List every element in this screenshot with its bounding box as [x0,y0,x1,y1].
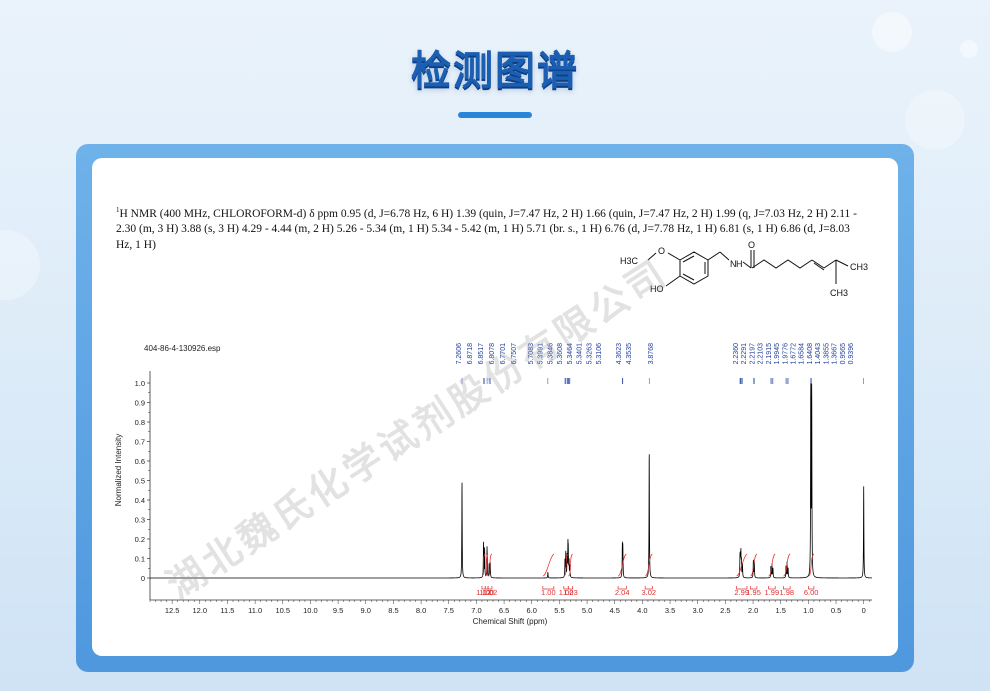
y-tick-label: 0.3 [135,516,145,525]
x-tick-label: 4.0 [637,606,647,615]
peak-label: 4.3623 [616,343,623,365]
x-tick-label: 6.5 [499,606,509,615]
peak-label: 6.8718 [467,343,474,365]
y-tick-label: 0.9 [135,399,145,408]
peak-label: 1.4043 [815,343,822,365]
integral-value: 1.98 [779,588,794,597]
x-tick-label: 12.0 [192,606,207,615]
x-tick-label: 1.0 [803,606,813,615]
x-tick-label: 3.5 [665,606,675,615]
x-tick-label: 11.0 [248,606,262,615]
integral-curve [542,553,555,577]
integral-curve [750,553,758,577]
peak-label: 5.3263 [586,343,593,365]
x-tick-label: 0 [862,606,866,615]
integral-value: 1.99 [765,588,780,597]
integral-value: 1.95 [746,588,761,597]
watermark-text: 湖北魏氏化学试剂股份有限公司 [159,250,676,607]
peak-label: 4.3535 [626,343,633,365]
y-tick-label: 0.4 [135,496,145,505]
integral-value: 2.04 [615,588,630,597]
integral-value: 6.00 [804,588,819,597]
x-tick-label: 0.5 [831,606,841,615]
peak-label: 1.3855 [823,343,830,365]
peak-label: 0.9565 [840,343,847,365]
x-tick-label: 5.5 [554,606,564,615]
file-label: 404-86-4-130926.esp [144,344,221,353]
nmr-spectrum-chart: 404-86-4-130926.esp Chemical Shift (ppm)… [114,250,872,626]
peak-label: 2.2360 [733,343,740,365]
peak-label: 2.1915 [766,343,773,365]
peak-label: 1.6772 [791,343,798,365]
peak-label: 0.9396 [848,343,855,365]
integral-value: 3.02 [641,588,656,597]
peak-label: 1.3667 [832,343,839,365]
x-tick-label: 2.0 [748,606,758,615]
peak-label: 1.9776 [782,343,789,365]
y-tick-label: 0.8 [135,418,145,427]
peak-label: 2.2103 [758,343,765,365]
y-tick-label: 0.7 [135,438,145,447]
integral-value: 1.00 [541,588,556,597]
y-tick-label: 0.2 [135,535,145,544]
y-tick-label: 0.5 [135,477,145,486]
integral-value: 1.03 [563,588,578,597]
x-tick-label: 2.5 [720,606,730,615]
peak-label: 3.8768 [648,343,655,365]
peak-label: 1.6584 [799,343,806,365]
x-tick-label: 4.5 [610,606,620,615]
peak-label: 2.2197 [749,343,756,365]
y-tick-label: 0 [141,574,145,583]
watermark: 湖北魏氏化学试剂股份有限公司 [159,250,676,607]
x-tick-label: 11.5 [220,606,234,615]
x-tick-label: 8.5 [388,606,398,615]
x-tick-label: 9.0 [361,606,371,615]
x-tick-label: 5.0 [582,606,592,615]
integral-value: 1.02 [483,588,498,597]
x-tick-label: 7.5 [444,606,454,615]
y-tick-label: 0.6 [135,457,145,466]
x-tick-label: 1.5 [775,606,785,615]
x-tick-label: 10.5 [275,606,290,615]
y-tick-label: 0.1 [135,555,145,564]
x-axis-label: Chemical Shift (ppm) [473,617,548,626]
x-tick-label: 8.0 [416,606,426,615]
peak-label: 1.9945 [774,343,781,365]
x-tick-label: 12.5 [165,606,180,615]
x-tick-label: 9.5 [333,606,343,615]
y-axis-label: Normalized Intensity [114,434,123,506]
x-tick-label: 6.0 [527,606,537,615]
x-tick-label: 7.0 [471,606,481,615]
peak-label: 2.2291 [741,343,748,365]
x-tick-label: 10.0 [303,606,318,615]
x-tick-label: 3.0 [693,606,703,615]
peak-label: 7.2606 [456,343,463,365]
y-tick-label: 1.0 [135,379,145,388]
peak-label: 5.3106 [596,343,603,365]
peak-label: 1.6408 [807,343,814,365]
